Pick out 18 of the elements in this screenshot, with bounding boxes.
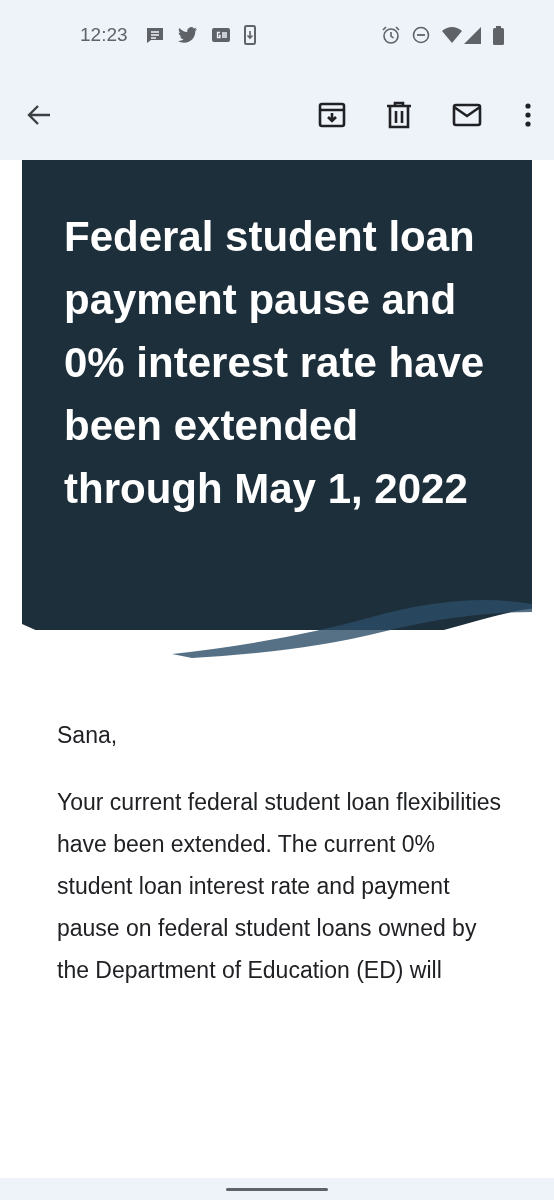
phone-download-icon [243,25,256,45]
message-icon [145,27,164,43]
battery-icon [493,25,504,45]
status-time: 12:23 [80,22,128,47]
news-icon [211,28,230,42]
home-indicator[interactable] [226,1187,328,1191]
greeting-text: Sana, [57,721,119,750]
email-headline: Federal student loan payment pause and 0% interest rate have been extended through May 1, 2022 [64,212,486,514]
more-options-button[interactable] [524,103,532,127]
delete-button[interactable] [386,101,412,129]
do-not-disturb-icon [412,26,430,44]
signal-icon [464,26,481,44]
mail-button[interactable] [452,103,482,127]
email-body-text: Your current federal student loan flexibilities have been extended. The current 0% student loan interest rate and payment pause on federal student loans owned by the Department of Education (ED) will [57,787,503,985]
bird-icon [177,27,198,43]
alarm-icon [382,26,400,44]
archive-button[interactable] [318,101,346,129]
wifi-icon [442,27,462,43]
